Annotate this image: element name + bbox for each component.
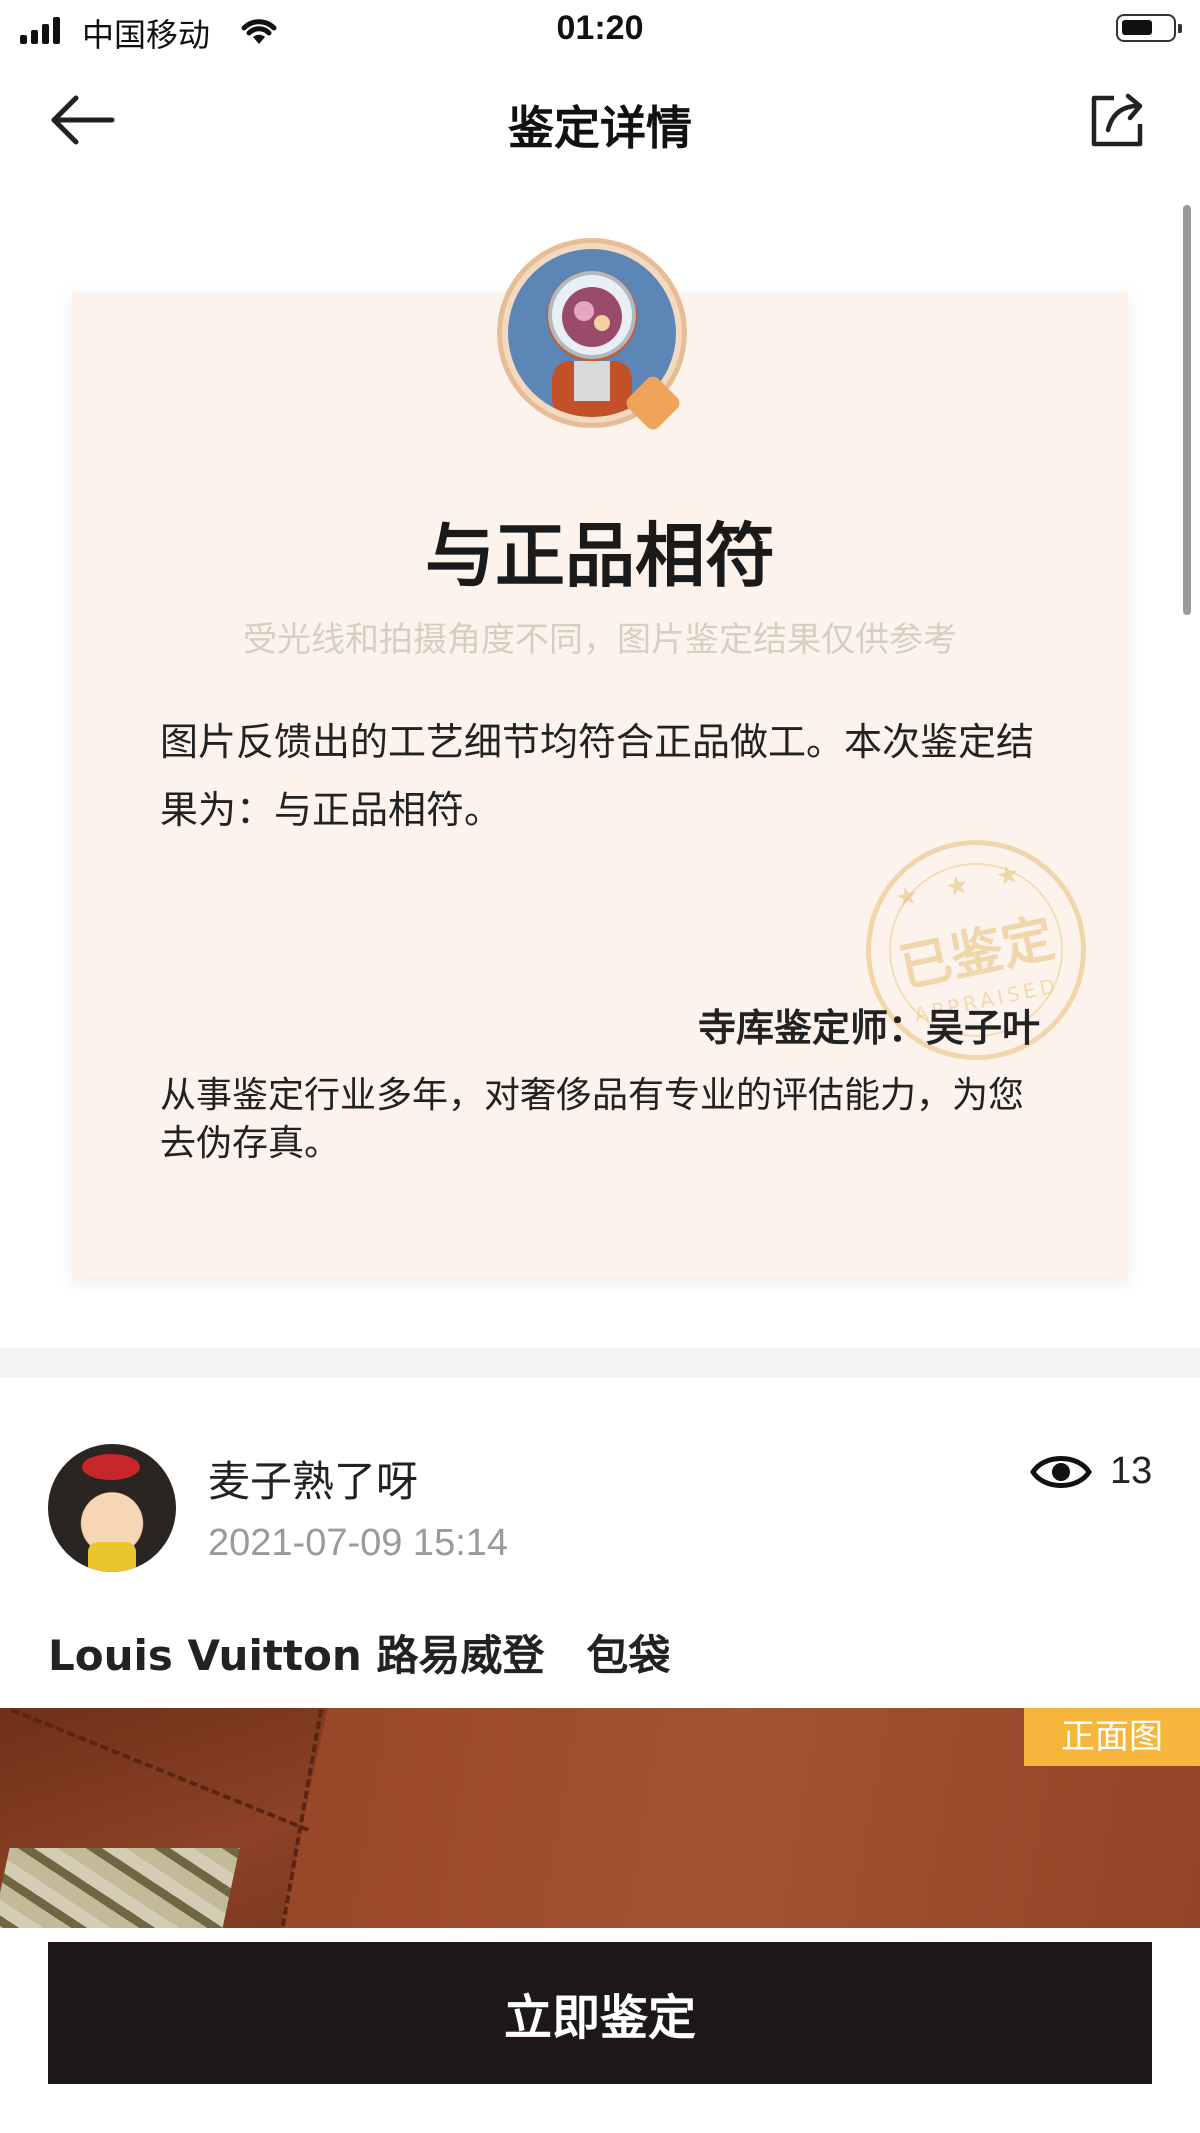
battery-icon: [1116, 14, 1182, 42]
appraise-now-button[interactable]: 立即鉴定: [48, 1942, 1152, 2084]
view-count: 13: [1110, 1450, 1153, 1492]
appraisal-description: 图片反馈出的工艺细节均符合正品做工。本次鉴定结果为：与正品相符。: [160, 720, 1035, 832]
appraiser-description: 从事鉴定行业多年，对奢侈品有专业的评估能力，为您去伪存真。: [160, 1075, 1025, 1164]
appraiser-name: 寺库鉴定师：吴子叶: [697, 1006, 1040, 1050]
user-avatar[interactable]: [48, 1444, 176, 1572]
item-title: Louis Vuitton 路易威登 包袋: [48, 1631, 671, 1680]
section-divider: [0, 1348, 1200, 1378]
photo-tag: 正面图: [1024, 1708, 1200, 1766]
appraisal-result: 与正品相符: [425, 515, 775, 597]
eye-icon: [1030, 1456, 1092, 1488]
username[interactable]: 麦子熟了呀: [208, 1448, 418, 1509]
disclaimer-text: 受光线和拍摄角度不同，图片鉴定结果仅供参考: [243, 620, 957, 660]
status-time: 01:20: [556, 9, 644, 47]
share-button[interactable]: [1088, 90, 1148, 150]
page-title: 鉴定详情: [508, 101, 692, 155]
share-icon: [1091, 93, 1143, 147]
status-bar: 中国移动 01:20: [0, 0, 1200, 60]
post-timestamp: 2021-07-09 15:14: [208, 1522, 509, 1564]
nav-bar: 鉴定详情: [0, 60, 1200, 182]
product-photo[interactable]: 正面图: [0, 1708, 1200, 1928]
